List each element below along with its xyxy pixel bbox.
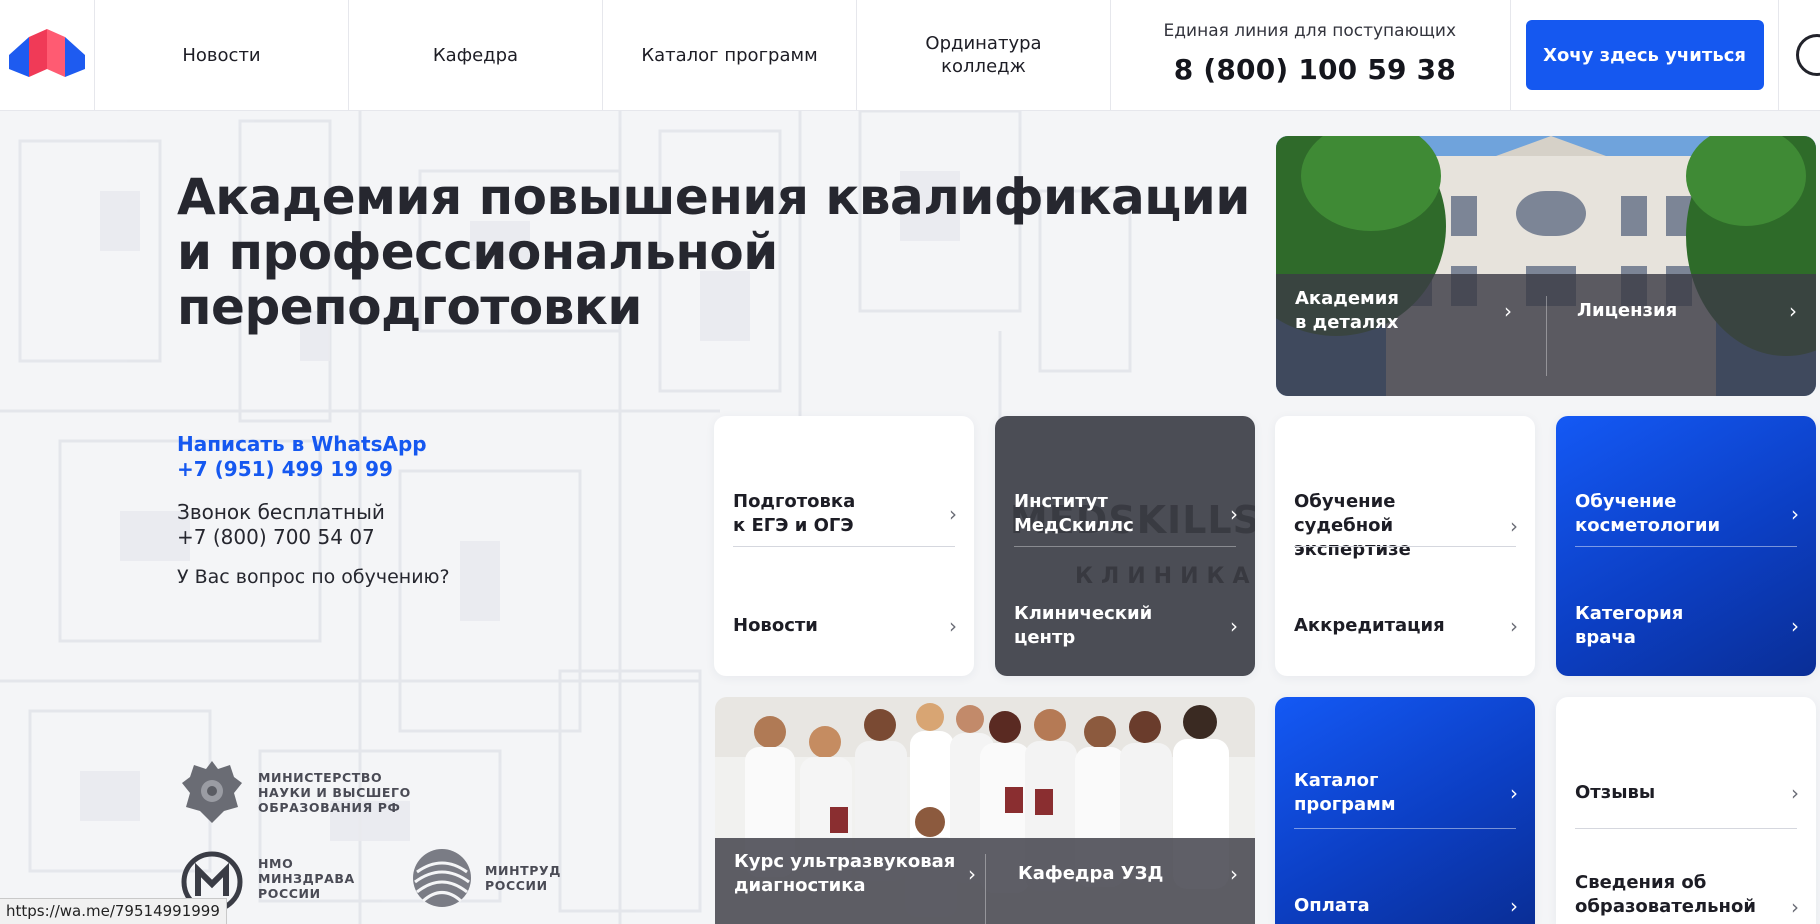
whatsapp-phone-link[interactable]: +7 (951) 499 19 99 [177, 457, 393, 481]
chevron-right-icon: › [1230, 862, 1238, 886]
chevron-right-icon: › [1510, 781, 1518, 805]
chevron-right-icon: › [1510, 614, 1518, 638]
link-forensic-training[interactable]: Обучение судебной экспертизе › [1294, 466, 1518, 586]
chevron-right-icon: › [1230, 502, 1238, 526]
link-accreditation[interactable]: Аккредитация › [1294, 590, 1518, 662]
link-cosmetology[interactable]: Обучение косметологии › [1575, 466, 1799, 562]
tile-cosmetology: Обучение косметологии › Категория врача … [1556, 416, 1816, 676]
link-program-catalog-label: Каталог программ [1294, 770, 1396, 815]
link-news[interactable]: Новости › [733, 590, 957, 662]
link-reviews-label: Отзывы [1575, 782, 1656, 803]
page-title: Академия повышения квалификации и профес… [177, 168, 1250, 336]
logo[interactable] [0, 0, 95, 110]
title-line-3: переподготовки [177, 278, 642, 336]
nav-item-catalog[interactable]: Каталог программ [603, 0, 857, 110]
divider [733, 546, 955, 547]
divider [1294, 828, 1516, 829]
divider [1014, 546, 1236, 547]
link-program-catalog[interactable]: Каталог программ › [1294, 745, 1518, 841]
free-call-label: Звонок бесплатный [177, 500, 385, 524]
link-license[interactable]: Лицензия › [1577, 275, 1797, 347]
divider [1294, 546, 1516, 547]
link-news-label: Новости [733, 615, 818, 636]
link-payment-label: Оплата [1294, 895, 1370, 916]
cta-container: Хочу здесь учиться [1511, 0, 1779, 110]
org-mintrud-label: Минтруд России [485, 863, 562, 893]
link-forensic-training-label: Обучение судебной экспертизе [1294, 491, 1411, 560]
link-doctor-category[interactable]: Категория врача › [1575, 578, 1799, 674]
group-photo-tile: Курс ультразвуковая диагностика › Кафедр… [715, 697, 1255, 924]
chevron-right-icon: › [968, 862, 976, 886]
title-line-2: и профессиональной [177, 223, 778, 281]
nav-item-residency-college[interactable]: Ординатура колледж [857, 0, 1111, 110]
org-nmo-label: НМО Минздрава России [258, 855, 355, 901]
link-org-info[interactable]: Сведения об образовательной организации … [1575, 847, 1799, 924]
link-ultrasound-course-label: Курс ультразвуковая диагностика [734, 851, 956, 896]
chevron-right-icon: › [1504, 299, 1512, 323]
chevron-right-icon: › [1791, 614, 1799, 638]
org-ministry[interactable]: Министерство науки и высшего образования… [178, 757, 411, 827]
link-exam-prep-label: Подготовка к ЕГЭ и ОГЭ [733, 491, 856, 536]
link-doctor-category-label: Категория врача [1575, 603, 1684, 648]
link-payment[interactable]: Оплата › [1294, 870, 1518, 924]
accessibility-icon[interactable] [1796, 34, 1820, 76]
whatsapp-link[interactable]: Написать в WhatsApp [177, 432, 427, 456]
header-edge [1779, 0, 1820, 110]
nav-item-department[interactable]: Кафедра [349, 0, 603, 110]
logo-icon [9, 29, 85, 77]
link-clinical-center-label: Клинический центр [1014, 603, 1153, 648]
chevron-right-icon: › [1510, 894, 1518, 918]
tile-medskills: MEDSKILLS КЛИНИКА Институт МедСкиллс › К… [995, 416, 1255, 676]
link-academy-details-label: Академия в деталях [1295, 288, 1399, 333]
free-call-phone[interactable]: +7 (800) 700 54 07 [177, 525, 375, 549]
emblem-icon [182, 761, 242, 823]
hotline: Единая линия для поступающих 8 (800) 100… [1111, 0, 1511, 110]
link-accreditation-label: Аккредитация [1294, 615, 1445, 636]
org-mintrud[interactable]: Минтруд России [411, 846, 561, 910]
divider [1575, 828, 1797, 829]
hotline-caption: Единая линия для поступающих [1163, 21, 1456, 41]
mintrud-logo-icon [413, 849, 471, 907]
link-clinical-center[interactable]: Клинический центр › [1014, 578, 1238, 674]
link-academy-details[interactable]: Академия в деталях › [1295, 263, 1512, 359]
chevron-right-icon: › [949, 614, 957, 638]
chevron-right-icon: › [1510, 514, 1518, 538]
tile-forensic: Обучение судебной экспертизе › Аккредита… [1275, 416, 1535, 676]
title-line-1: Академия повышения квалификации [177, 168, 1250, 226]
link-ultrasound-department[interactable]: Кафедра УЗД › [1018, 838, 1238, 910]
divider [1546, 296, 1547, 376]
chevron-right-icon: › [1230, 614, 1238, 638]
apply-button[interactable]: Хочу здесь учиться [1525, 20, 1764, 90]
tile-reviews: Отзывы › Сведения об образовательной орг… [1556, 697, 1816, 924]
link-ultrasound-course[interactable]: Курс ультразвуковая диагностика › [734, 826, 976, 922]
site-header: Новости Кафедра Каталог программ Ординат… [0, 0, 1820, 111]
browser-status-url: https://wa.me/79514991999 [0, 898, 227, 924]
link-exam-prep[interactable]: Подготовка к ЕГЭ и ОГЭ › [733, 466, 957, 562]
tile-catalog: Каталог программ › Оплата › [1275, 697, 1535, 924]
divider [985, 854, 986, 924]
link-medskills-label: Институт МедСкиллс [1014, 491, 1134, 536]
nav-item-news[interactable]: Новости [95, 0, 349, 110]
org-ministry-label: Министерство науки и высшего образования… [258, 769, 411, 815]
question-link[interactable]: У Вас вопрос по обучению? [177, 566, 450, 588]
chevron-right-icon: › [1791, 895, 1799, 919]
chevron-right-icon: › [1791, 781, 1799, 805]
chevron-right-icon: › [1791, 502, 1799, 526]
hotline-phone[interactable]: 8 (800) 100 59 38 [1174, 53, 1456, 86]
link-reviews[interactable]: Отзывы › [1575, 757, 1799, 829]
chevron-right-icon: › [949, 502, 957, 526]
link-org-info-label: Сведения об образовательной организации [1575, 872, 1756, 924]
link-cosmetology-label: Обучение косметологии [1575, 491, 1721, 536]
link-medskills[interactable]: Институт МедСкиллс › [1014, 466, 1238, 562]
link-ultrasound-department-label: Кафедра УЗД [1018, 863, 1164, 884]
tile-exams: Подготовка к ЕГЭ и ОГЭ › Новости › [714, 416, 974, 676]
chevron-right-icon: › [1789, 299, 1797, 323]
academy-photo-tile: Академия в деталях › Лицензия › [1276, 136, 1816, 396]
link-license-label: Лицензия [1577, 300, 1678, 321]
divider [1575, 546, 1797, 547]
